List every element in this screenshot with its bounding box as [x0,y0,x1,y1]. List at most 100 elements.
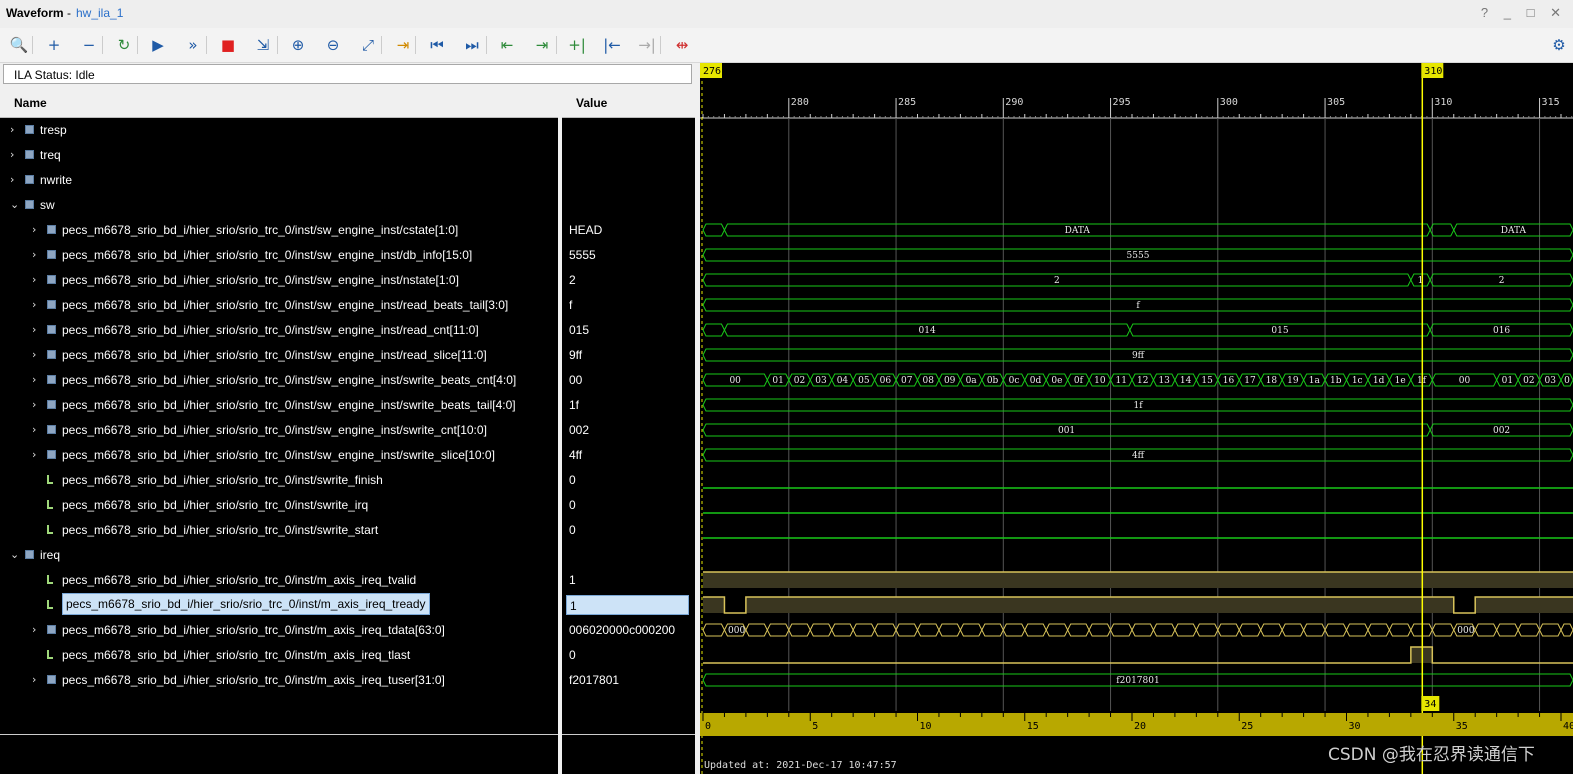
signal-row[interactable]: › pecs_m6678_srio_bd_i/hier_srio/srio_trc… [0,270,558,290]
signal-name[interactable]: sw [40,195,55,215]
signal-value[interactable]: 00 [569,370,582,390]
signal-value[interactable]: f2017801 [569,670,619,690]
signal-value[interactable]: 002 [569,420,589,440]
signal-row[interactable]: ⌄ sw [0,195,558,215]
signal-name[interactable]: ireq [40,545,60,565]
goto-first-icon[interactable]: ⏮ [426,34,448,56]
goto-cursor-icon[interactable]: ⇥ [392,34,414,56]
signal-value[interactable]: 1 [566,595,689,615]
export-icon[interactable]: ⇲ [252,34,274,56]
run-trigger-icon[interactable]: ▶ [147,34,169,56]
help-icon[interactable]: ? [1481,5,1494,20]
signal-value[interactable]: 1f [569,395,579,415]
signal-name[interactable]: treq [40,145,61,165]
signal-name[interactable]: pecs_m6678_srio_bd_i/hier_srio/srio_trc_… [62,495,368,515]
name-column-header[interactable]: Name [0,86,558,118]
minimize-icon[interactable]: _ [1504,5,1517,20]
chevron-down-icon[interactable]: ⌄ [10,545,20,565]
signal-row[interactable]: › nwrite [0,170,558,190]
signal-name[interactable]: nwrite [40,170,72,190]
signal-row[interactable]: › pecs_m6678_srio_bd_i/hier_srio/srio_trc… [0,620,558,640]
signal-row[interactable]: › pecs_m6678_srio_bd_i/hier_srio/srio_trc… [0,420,558,440]
chevron-right-icon[interactable]: › [32,420,42,440]
signal-name[interactable]: pecs_m6678_srio_bd_i/hier_srio/srio_trc_… [62,295,508,315]
add-marker-icon[interactable]: +| [566,34,588,56]
previous-transition-icon[interactable]: ⇤ [496,34,518,56]
add-icon[interactable]: + [43,34,65,56]
chevron-right-icon[interactable]: › [32,220,42,240]
signal-row[interactable]: pecs_m6678_srio_bd_i/hier_srio/srio_trc_… [0,495,558,515]
signal-row[interactable]: › pecs_m6678_srio_bd_i/hier_srio/srio_trc… [0,220,558,240]
signal-row[interactable]: pecs_m6678_srio_bd_i/hier_srio/srio_trc_… [0,645,558,665]
signal-name[interactable]: pecs_m6678_srio_bd_i/hier_srio/srio_trc_… [62,570,416,590]
signal-name-panel[interactable]: Name › tresp › treq › nwrite ⌄ sw › pecs_m6678_sr… [0,86,558,774]
waveform-canvas[interactable]: 280 285 290 295 300 305 310 315 276 DATA DATA 5555 2… [700,63,1573,774]
remove-icon[interactable]: − [78,34,100,56]
signal-row[interactable]: pecs_m6678_srio_bd_i/hier_srio/srio_trc_… [0,520,558,540]
chevron-right-icon[interactable]: › [32,620,42,640]
next-marker-icon[interactable]: →| [636,34,658,56]
signal-value[interactable]: 1 [569,570,576,590]
signal-name[interactable]: pecs_m6678_srio_bd_i/hier_srio/srio_trc_… [62,320,479,340]
signal-name[interactable]: pecs_m6678_srio_bd_i/hier_srio/srio_trc_… [62,370,516,390]
chevron-down-icon[interactable]: ⌄ [10,195,20,215]
signal-row[interactable]: pecs_m6678_srio_bd_i/hier_srio/srio_trc_… [0,570,558,590]
chevron-right-icon[interactable]: › [32,445,42,465]
chevron-right-icon[interactable]: › [10,170,20,190]
signal-value[interactable]: f [569,295,572,315]
signal-row[interactable]: › pecs_m6678_srio_bd_i/hier_srio/srio_trc… [0,245,558,265]
signal-name[interactable]: tresp [40,120,67,140]
signal-row[interactable]: pecs_m6678_srio_bd_i/hier_srio/srio_trc_… [0,593,558,615]
signal-value[interactable]: 006020000c000200 [569,620,675,640]
chevron-right-icon[interactable]: › [32,295,42,315]
signal-value[interactable]: 5555 [569,245,596,265]
signal-name[interactable]: pecs_m6678_srio_bd_i/hier_srio/srio_trc_… [62,270,459,290]
signal-value[interactable]: 015 [569,320,589,340]
signal-value[interactable]: HEAD [569,220,602,240]
swap-cursors-icon[interactable]: ⇹ [671,34,693,56]
close-icon[interactable]: ✕ [1550,5,1567,20]
signal-name[interactable]: pecs_m6678_srio_bd_i/hier_srio/srio_trc_… [62,520,378,540]
run-trigger-continuous-icon[interactable]: » [182,34,204,56]
chevron-right-icon[interactable]: › [32,370,42,390]
signal-row[interactable]: ⌄ ireq [0,545,558,565]
chevron-right-icon[interactable]: › [32,345,42,365]
window-controls[interactable]: ? _ □ ✕ [1481,5,1567,21]
chevron-right-icon[interactable]: › [10,120,20,140]
chevron-right-icon[interactable]: › [32,670,42,690]
signal-name[interactable]: pecs_m6678_srio_bd_i/hier_srio/srio_trc_… [62,245,472,265]
previous-marker-icon[interactable]: |← [601,34,623,56]
signal-name[interactable]: pecs_m6678_srio_bd_i/hier_srio/srio_trc_… [62,395,516,415]
signal-value[interactable]: 0 [569,520,576,540]
signal-name[interactable]: pecs_m6678_srio_bd_i/hier_srio/srio_trc_… [62,620,445,640]
signal-value[interactable]: 0 [569,470,576,490]
chevron-right-icon[interactable]: › [32,270,42,290]
signal-name[interactable]: pecs_m6678_srio_bd_i/hier_srio/srio_trc_… [62,420,487,440]
chevron-right-icon[interactable]: › [10,145,20,165]
signal-row[interactable]: pecs_m6678_srio_bd_i/hier_srio/srio_trc_… [0,470,558,490]
signal-row[interactable]: › pecs_m6678_srio_bd_i/hier_srio/srio_trc… [0,345,558,365]
gear-icon[interactable]: ⚙ [1548,34,1570,56]
signal-value[interactable]: 0 [569,645,576,665]
chevron-right-icon[interactable]: › [32,395,42,415]
window-subtitle[interactable]: hw_ila_1 [76,6,123,20]
signal-row[interactable]: › pecs_m6678_srio_bd_i/hier_srio/srio_trc… [0,395,558,415]
signal-name[interactable]: pecs_m6678_srio_bd_i/hier_srio/srio_trc_… [62,645,410,665]
signal-value[interactable]: 9ff [569,345,582,365]
waveform-svg[interactable]: 280 285 290 295 300 305 310 315276DATA DATA55552… [700,63,1573,774]
signal-name[interactable]: pecs_m6678_srio_bd_i/hier_srio/srio_trc_… [62,470,383,490]
signal-row[interactable]: › pecs_m6678_srio_bd_i/hier_srio/srio_trc… [0,295,558,315]
run-trigger-immediate-icon[interactable]: ↻ [113,34,135,56]
signal-value[interactable]: 4ff [569,445,582,465]
signal-row[interactable]: › pecs_m6678_srio_bd_i/hier_srio/srio_trc… [0,370,558,390]
signal-row[interactable]: › treq [0,145,558,165]
signal-name[interactable]: pecs_m6678_srio_bd_i/hier_srio/srio_trc_… [62,593,430,615]
signal-name[interactable]: pecs_m6678_srio_bd_i/hier_srio/srio_trc_… [62,220,458,240]
chevron-right-icon[interactable]: › [32,245,42,265]
signal-value[interactable]: 2 [569,270,576,290]
signal-row[interactable]: › pecs_m6678_srio_bd_i/hier_srio/srio_trc… [0,670,558,690]
stop-trigger-icon[interactable]: ■ [217,34,239,56]
signal-row[interactable]: › pecs_m6678_srio_bd_i/hier_srio/srio_trc… [0,445,558,465]
signal-value[interactable]: 0 [569,495,576,515]
goto-last-icon[interactable]: ⏭ [461,34,483,56]
